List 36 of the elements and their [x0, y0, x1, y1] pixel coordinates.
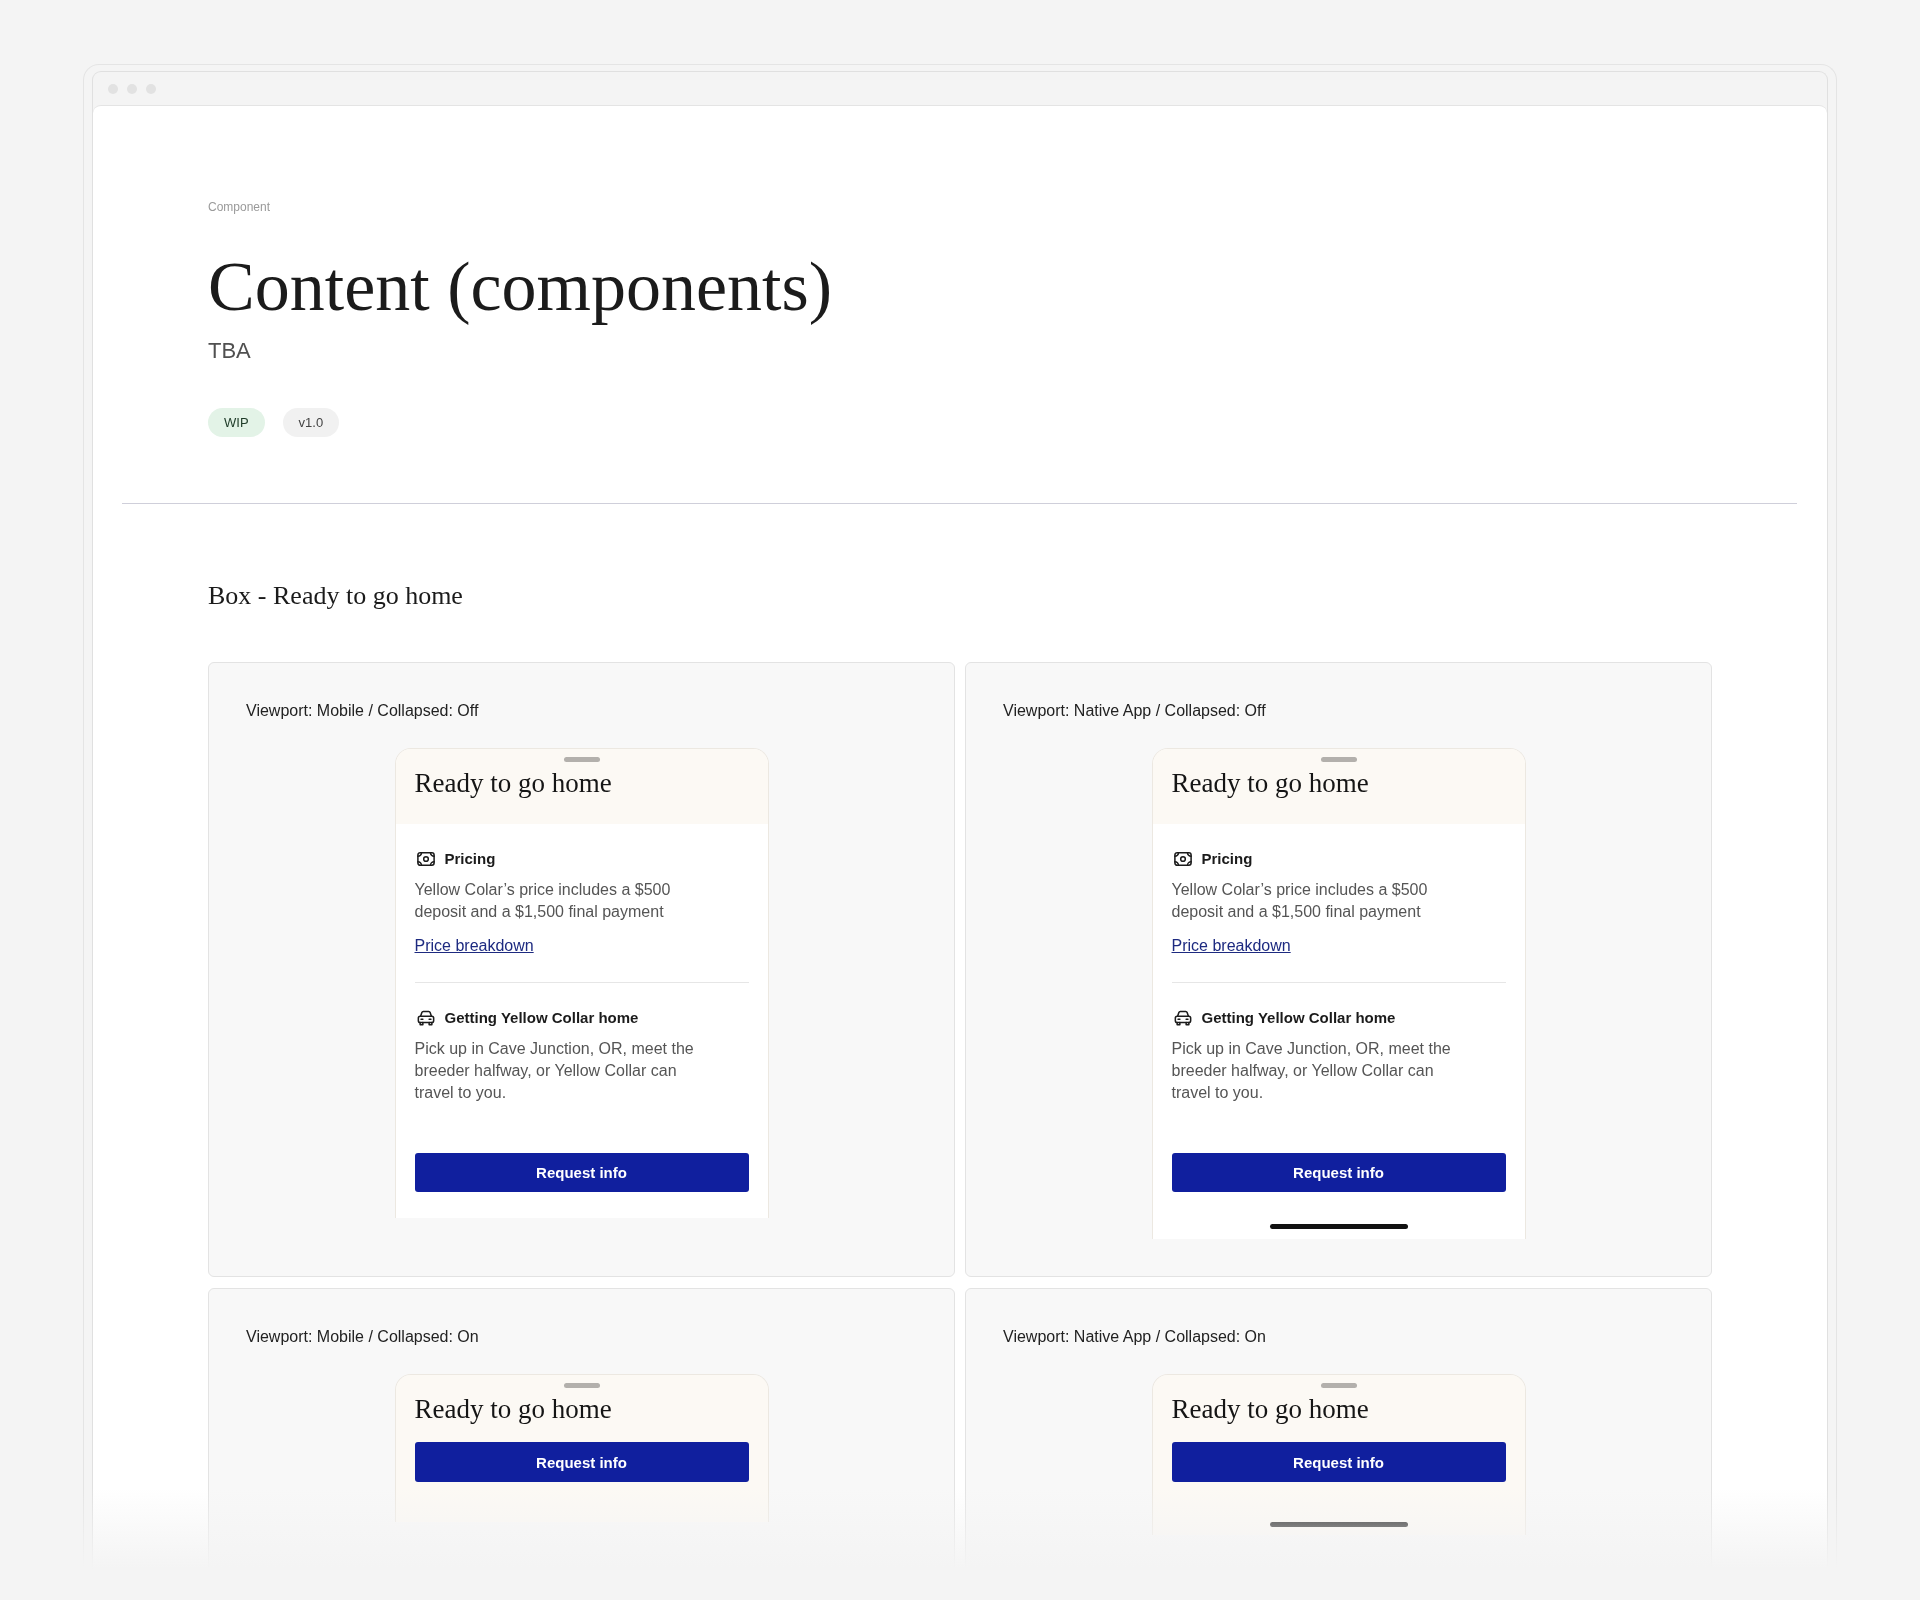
page-title: Content (components): [208, 248, 834, 325]
block-description: Yellow Colar’s price includes a $500 deposit and a $1,500 final payment: [1171, 880, 1429, 922]
car-icon: [416, 1010, 435, 1026]
banknote-icon: [416, 851, 435, 867]
banknote-icon: [1173, 851, 1192, 867]
request-info-button[interactable]: Request info: [1171, 1153, 1506, 1192]
block-description: Pick up in Cave Junction, OR, meet the breeder halfway, or Yellow Collar can travel to you.: [1171, 1039, 1452, 1103]
drag-handle[interactable]: [563, 757, 600, 762]
sheet-title: Ready to go home: [1171, 767, 1370, 799]
drag-handle[interactable]: [563, 1383, 600, 1388]
price-breakdown-link[interactable]: Price breakdown: [414, 935, 534, 957]
request-info-button[interactable]: Request info: [414, 1442, 749, 1482]
tag: WIP: [208, 408, 265, 437]
block-description: Pick up in Cave Junction, OR, meet the breeder halfway, or Yellow Collar can travel to you.: [414, 1039, 695, 1103]
block-heading: Pricing: [444, 849, 496, 869]
example-label: Viewport: Native App / Collapsed: On: [1003, 1327, 1267, 1347]
request-info-button[interactable]: Request info: [1171, 1442, 1506, 1482]
block-heading: Getting Yellow Collar home: [444, 1008, 639, 1028]
drag-handle[interactable]: [1320, 757, 1357, 762]
block-description: Yellow Colar’s price includes a $500 deposit and a $1,500 final payment: [414, 880, 672, 922]
tag: v1.0: [282, 408, 340, 437]
section-title: Box - Ready to go home: [208, 580, 464, 612]
page-subtitle: TBA: [208, 337, 252, 365]
example-label: Viewport: Native App / Collapsed: Off: [1003, 701, 1267, 721]
example-label: Viewport: Mobile / Collapsed: On: [246, 1327, 480, 1347]
block-heading: Pricing: [1201, 849, 1253, 869]
sheet-title: Ready to go home: [414, 767, 613, 799]
request-info-button[interactable]: Request info: [414, 1153, 749, 1192]
price-breakdown-link[interactable]: Price breakdown: [1171, 935, 1291, 957]
drag-handle[interactable]: [1320, 1383, 1357, 1388]
sheet-title: Ready to go home: [414, 1393, 613, 1425]
sheet-title: Ready to go home: [1171, 1393, 1370, 1425]
car-icon: [1173, 1010, 1192, 1026]
example-label: Viewport: Mobile / Collapsed: Off: [246, 701, 480, 721]
eyebrow-label: Component: [208, 199, 272, 215]
block-heading: Getting Yellow Collar home: [1201, 1008, 1396, 1028]
